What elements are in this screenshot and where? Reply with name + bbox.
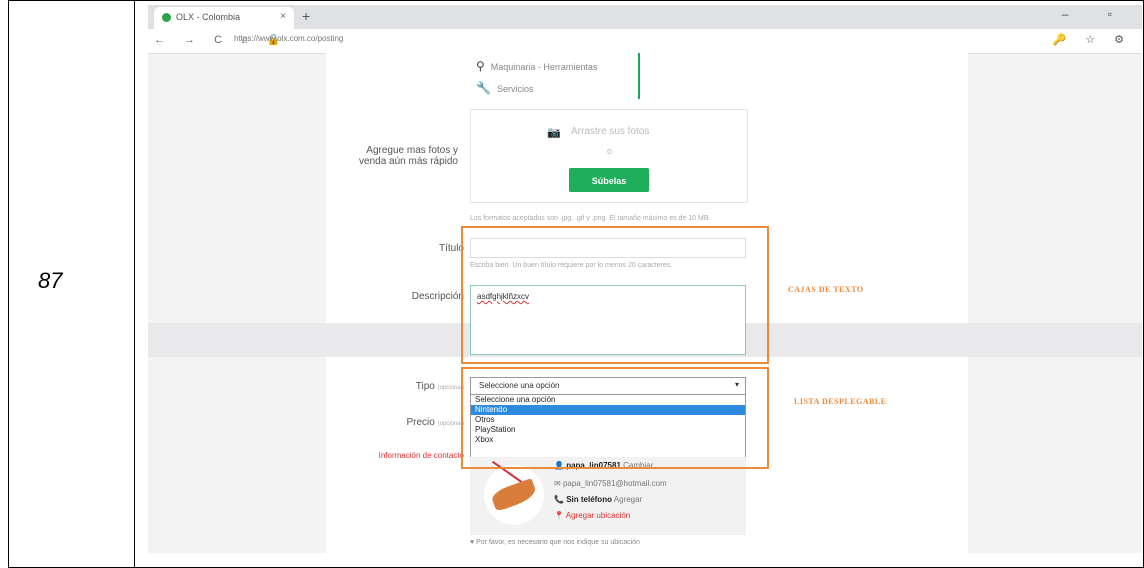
photos-label: Agregue mas fotos y venda aún más rápido — [359, 145, 458, 167]
toolbar-icons[interactable]: 🔑 ☆ ⚙ — [1052, 33, 1132, 46]
binoculars-icon: ⚲ — [476, 59, 485, 73]
avatar-drawing — [489, 478, 539, 512]
price-label: Precio (opcional) — [368, 417, 465, 428]
address-bar: ← → C ⌂ 🔒 https://www.olx.com.co/posting… — [148, 29, 1142, 54]
price-label-text: Precio — [406, 417, 435, 428]
avatar — [484, 460, 544, 525]
contact-location[interactable]: 📍 Agregar ubicación — [554, 511, 630, 520]
title-label: Título — [438, 243, 464, 254]
site-favicon-icon — [162, 13, 171, 22]
dropdown-annotation: LISTA DESPLEGABLE — [794, 397, 887, 406]
category-menu: ⚲ Maquinaria - Herramientas 🔧 Servicios — [468, 53, 640, 99]
menu-item-servicios[interactable]: 🔧 Servicios — [476, 81, 533, 95]
or-separator: o — [607, 146, 613, 156]
email-value: papa_lin07581@hotmail.com — [562, 479, 667, 488]
wrench-icon: 🔧 — [476, 81, 491, 95]
menu-item-maquinaria[interactable]: ⚲ Maquinaria - Herramientas — [476, 59, 597, 73]
table-cell-divider — [134, 0, 135, 568]
dropdown-highlight — [461, 367, 769, 469]
upload-photos-button[interactable]: Súbelas — [569, 168, 649, 192]
photos-hint: Los formatos aceptados son .jpg, .gif y … — [470, 215, 711, 222]
browser-window: OLX - Colombia × + – ▫ ← → C ⌂ 🔒 https:/… — [148, 5, 1142, 553]
phone-value: Sin teléfono — [566, 495, 612, 504]
contact-label: Información de contacto — [378, 451, 464, 460]
location-note: ♥ Por favor, es necesario que nos indiqu… — [470, 539, 640, 546]
menu-item-label: Maquinaria - Herramientas — [490, 62, 598, 72]
tab-bar: OLX - Colombia × + – ▫ — [148, 5, 1142, 29]
drop-text: Arrastre sus fotos — [571, 126, 650, 137]
menu-item-label: Servicios — [496, 84, 534, 94]
type-label-text: Tipo — [415, 381, 435, 392]
window-controls[interactable]: – ▫ — [1062, 7, 1130, 21]
tab-close-icon[interactable]: × — [280, 11, 286, 22]
type-label: Tipo (opcional) — [378, 381, 464, 392]
text-boxes-highlight — [461, 226, 769, 364]
new-tab-button[interactable]: + — [302, 8, 310, 24]
location-link[interactable]: Agregar ubicación — [566, 511, 630, 520]
location-note-text: Por favor, es necesario que nos indique … — [476, 539, 640, 546]
text-boxes-annotation: CAJAS DE TEXTO — [788, 285, 864, 294]
tab-title: OLX - Colombia — [176, 12, 241, 22]
url-field[interactable]: https://www.olx.com.co/posting — [234, 34, 343, 43]
contact-email: ✉ papa_lin07581@hotmail.com — [554, 479, 667, 488]
photo-upload-box[interactable]: 📷 Arrastre sus fotos o Súbelas — [470, 109, 748, 203]
row-number: 87 — [38, 268, 63, 293]
description-label: Descripción — [411, 291, 464, 302]
add-phone-link[interactable]: Agregar — [614, 495, 642, 504]
camera-icon: 📷 — [547, 127, 561, 139]
contact-phone: 📞 Sin teléfono Agregar — [554, 495, 643, 504]
browser-tab[interactable]: OLX - Colombia × — [154, 7, 294, 29]
